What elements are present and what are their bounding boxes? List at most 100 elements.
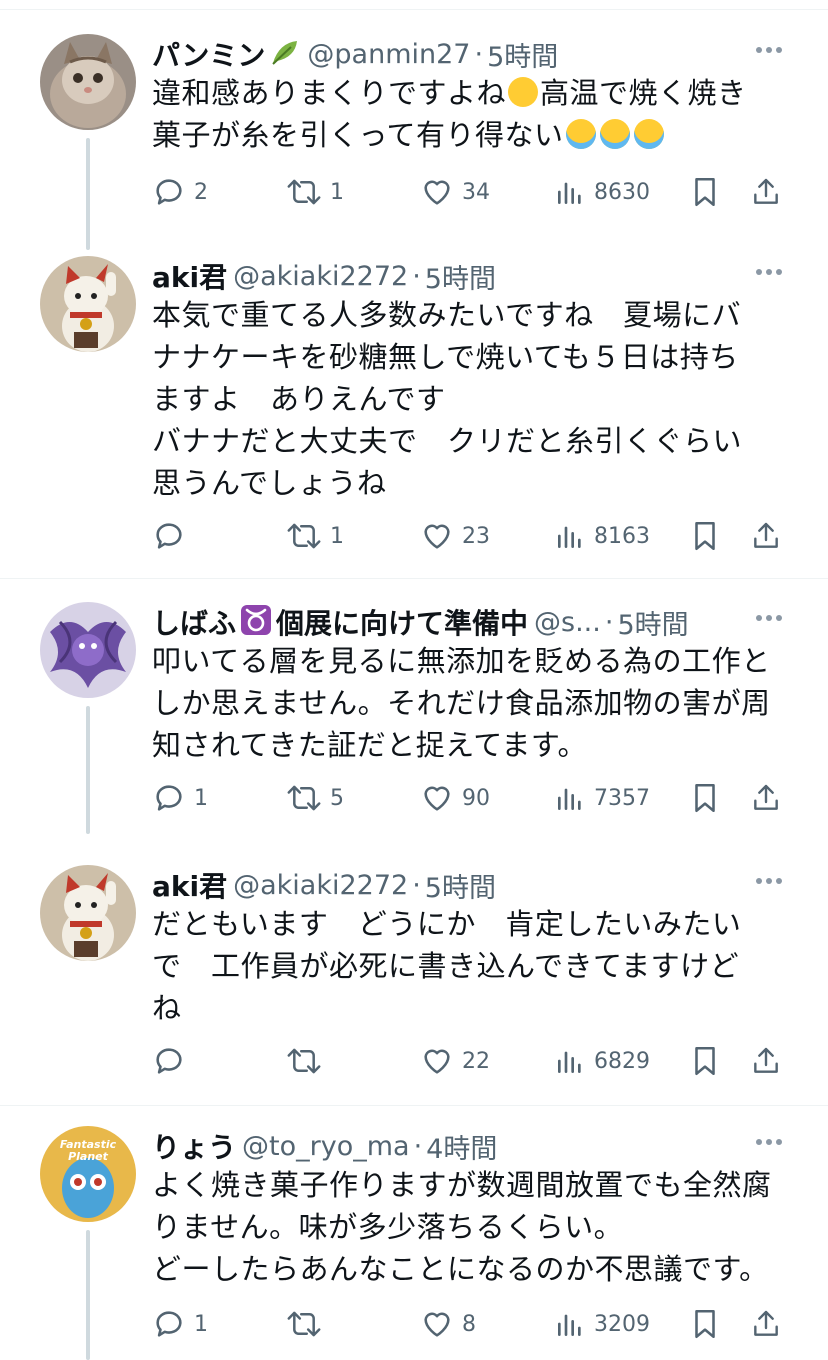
like-button[interactable]: 90 xyxy=(420,778,490,818)
author-handle[interactable]: @akiaki2272 xyxy=(233,870,408,901)
author-handle[interactable]: @akiaki2272 xyxy=(233,261,408,292)
share-button[interactable] xyxy=(750,516,782,556)
retweet-count: 5 xyxy=(330,785,344,811)
author-name[interactable]: りょう xyxy=(152,1126,236,1166)
thread-line xyxy=(86,706,90,834)
tweet-4[interactable]: aki君 @akiaki2272 · 5時間 だともいます どうにか 肯定したい… xyxy=(0,865,828,1085)
action-bar: 1 23 8163 xyxy=(150,516,790,556)
text-line: 菓子が糸を引くって有り得ない xyxy=(152,118,564,152)
more-options-icon[interactable] xyxy=(754,262,784,281)
retweet-button[interactable]: 1 xyxy=(286,172,344,212)
views-button[interactable]: 6829 xyxy=(554,1041,650,1081)
laughing-crying-emoji xyxy=(599,119,630,149)
bookmark-icon xyxy=(695,177,715,207)
heart-icon xyxy=(424,524,450,549)
avatar-dragon[interactable] xyxy=(40,602,136,698)
share-button[interactable] xyxy=(750,1304,782,1344)
tweet-3[interactable]: しばふ 個展に向けて準備中 @s... · 5時間 叩いてる層を見るに無添加を貶… xyxy=(0,602,828,834)
more-options-icon[interactable] xyxy=(754,608,784,627)
separator-dot: · xyxy=(412,260,421,292)
action-bar: 22 6829 xyxy=(150,1041,790,1081)
timestamp[interactable]: 5時間 xyxy=(425,257,496,296)
tweet-text: 違和感ありまくりですよね 高温で焼く焼き 菓子が糸を引くって有り得ない xyxy=(152,72,788,156)
author-name[interactable]: しばふ xyxy=(152,602,236,642)
tweet-header: aki君 @akiaki2272 · 5時間 xyxy=(152,865,788,905)
timestamp[interactable]: 5時間 xyxy=(425,866,496,905)
views-button[interactable]: 3209 xyxy=(554,1304,650,1344)
reply-button[interactable]: 1 xyxy=(152,778,208,818)
share-icon xyxy=(754,784,778,810)
bookmark-button[interactable] xyxy=(690,516,720,556)
timestamp[interactable]: 4時間 xyxy=(426,1127,497,1166)
action-bar: 2 1 34 8630 xyxy=(150,172,790,212)
like-button[interactable]: 23 xyxy=(420,516,490,556)
share-button[interactable] xyxy=(750,1041,782,1081)
views-count: 6829 xyxy=(594,1048,650,1074)
views-button[interactable]: 8630 xyxy=(554,172,650,212)
author-name[interactable]: aki君 xyxy=(152,865,227,905)
views-count: 8163 xyxy=(594,523,650,549)
author-name-suffix[interactable]: 個展に向けて準備中 xyxy=(276,602,528,642)
avatar-cat[interactable] xyxy=(40,34,136,130)
tweet-1[interactable]: パンミン @panmin27 · 5時間 違和感ありまくりですよね 高温で焼く焼き… xyxy=(0,34,828,250)
views-count: 8630 xyxy=(594,179,650,205)
views-icon xyxy=(558,182,581,204)
retweet-icon xyxy=(287,523,321,549)
heart-icon xyxy=(424,1312,450,1337)
like-button[interactable]: 34 xyxy=(420,172,490,212)
separator-dot: · xyxy=(604,606,614,638)
views-button[interactable]: 8163 xyxy=(554,516,650,556)
bookmark-button[interactable] xyxy=(690,172,720,212)
author-handle[interactable]: @panmin27 xyxy=(307,39,470,70)
avatar-maneki-neko[interactable] xyxy=(40,256,136,352)
views-button[interactable]: 7357 xyxy=(554,778,650,818)
tweet-2[interactable]: aki君 @akiaki2272 · 5時間 本気で重てる人多数みたいですね 夏… xyxy=(0,256,828,576)
timestamp[interactable]: 5時間 xyxy=(617,603,688,642)
more-options-icon[interactable] xyxy=(754,871,784,890)
reply-button[interactable] xyxy=(152,1041,194,1081)
thread-line xyxy=(86,1230,90,1360)
author-name[interactable]: aki君 xyxy=(152,256,227,296)
like-count: 22 xyxy=(462,1048,490,1074)
retweet-button[interactable] xyxy=(286,1304,330,1344)
author-handle[interactable]: @to_ryo_ma xyxy=(242,1131,410,1162)
bookmark-button[interactable] xyxy=(690,1041,720,1081)
bookmark-button[interactable] xyxy=(690,778,720,818)
more-options-icon[interactable] xyxy=(754,1132,784,1151)
separator-dot: · xyxy=(474,38,484,70)
timestamp[interactable]: 5時間 xyxy=(487,35,558,74)
like-button[interactable]: 22 xyxy=(420,1041,490,1081)
avatar-fantastic-planet[interactable]: Fantastic Planet xyxy=(40,1126,136,1222)
tweet-5[interactable]: Fantastic Planet りょう @to_ryo_ma · 4時間 よく… xyxy=(0,1126,828,1360)
bookmark-icon xyxy=(695,521,715,551)
bookmark-button[interactable] xyxy=(690,1304,720,1344)
avatar-maneki-neko[interactable] xyxy=(40,865,136,961)
share-button[interactable] xyxy=(750,778,782,818)
retweet-button[interactable]: 5 xyxy=(286,778,344,818)
reply-button[interactable] xyxy=(152,516,194,556)
tweet-text: よく焼き菓子作りますが数週間放置でも全然腐 りません。味が多少落ちるくらい。 ど… xyxy=(152,1168,772,1286)
reply-icon xyxy=(156,179,182,205)
reply-button[interactable]: 2 xyxy=(152,172,208,212)
laughing-crying-emoji xyxy=(565,119,596,149)
views-icon xyxy=(558,1051,581,1073)
share-icon xyxy=(754,178,778,204)
retweet-button[interactable] xyxy=(286,1041,330,1081)
thread-line xyxy=(86,138,90,250)
share-button[interactable] xyxy=(750,172,782,212)
reply-button[interactable]: 1 xyxy=(152,1304,208,1344)
retweet-count: 1 xyxy=(330,523,344,549)
action-bar: 1 8 3209 xyxy=(150,1304,790,1344)
divider xyxy=(0,1105,828,1106)
heart-icon xyxy=(424,1049,450,1074)
author-handle[interactable]: @s... xyxy=(534,607,601,638)
retweet-button[interactable]: 1 xyxy=(286,516,344,556)
views-icon xyxy=(558,1314,581,1336)
author-name[interactable]: パンミン xyxy=(152,34,265,74)
views-count: 7357 xyxy=(594,785,650,811)
retweet-icon xyxy=(287,785,321,811)
more-options-icon[interactable] xyxy=(754,40,784,59)
tweet-text: 本気で重てる人多数みたいですね 夏場にバ ナナケーキを砂糖無しで焼いても５日は持… xyxy=(152,298,743,500)
reply-count: 1 xyxy=(194,1311,208,1337)
like-button[interactable]: 8 xyxy=(420,1304,476,1344)
